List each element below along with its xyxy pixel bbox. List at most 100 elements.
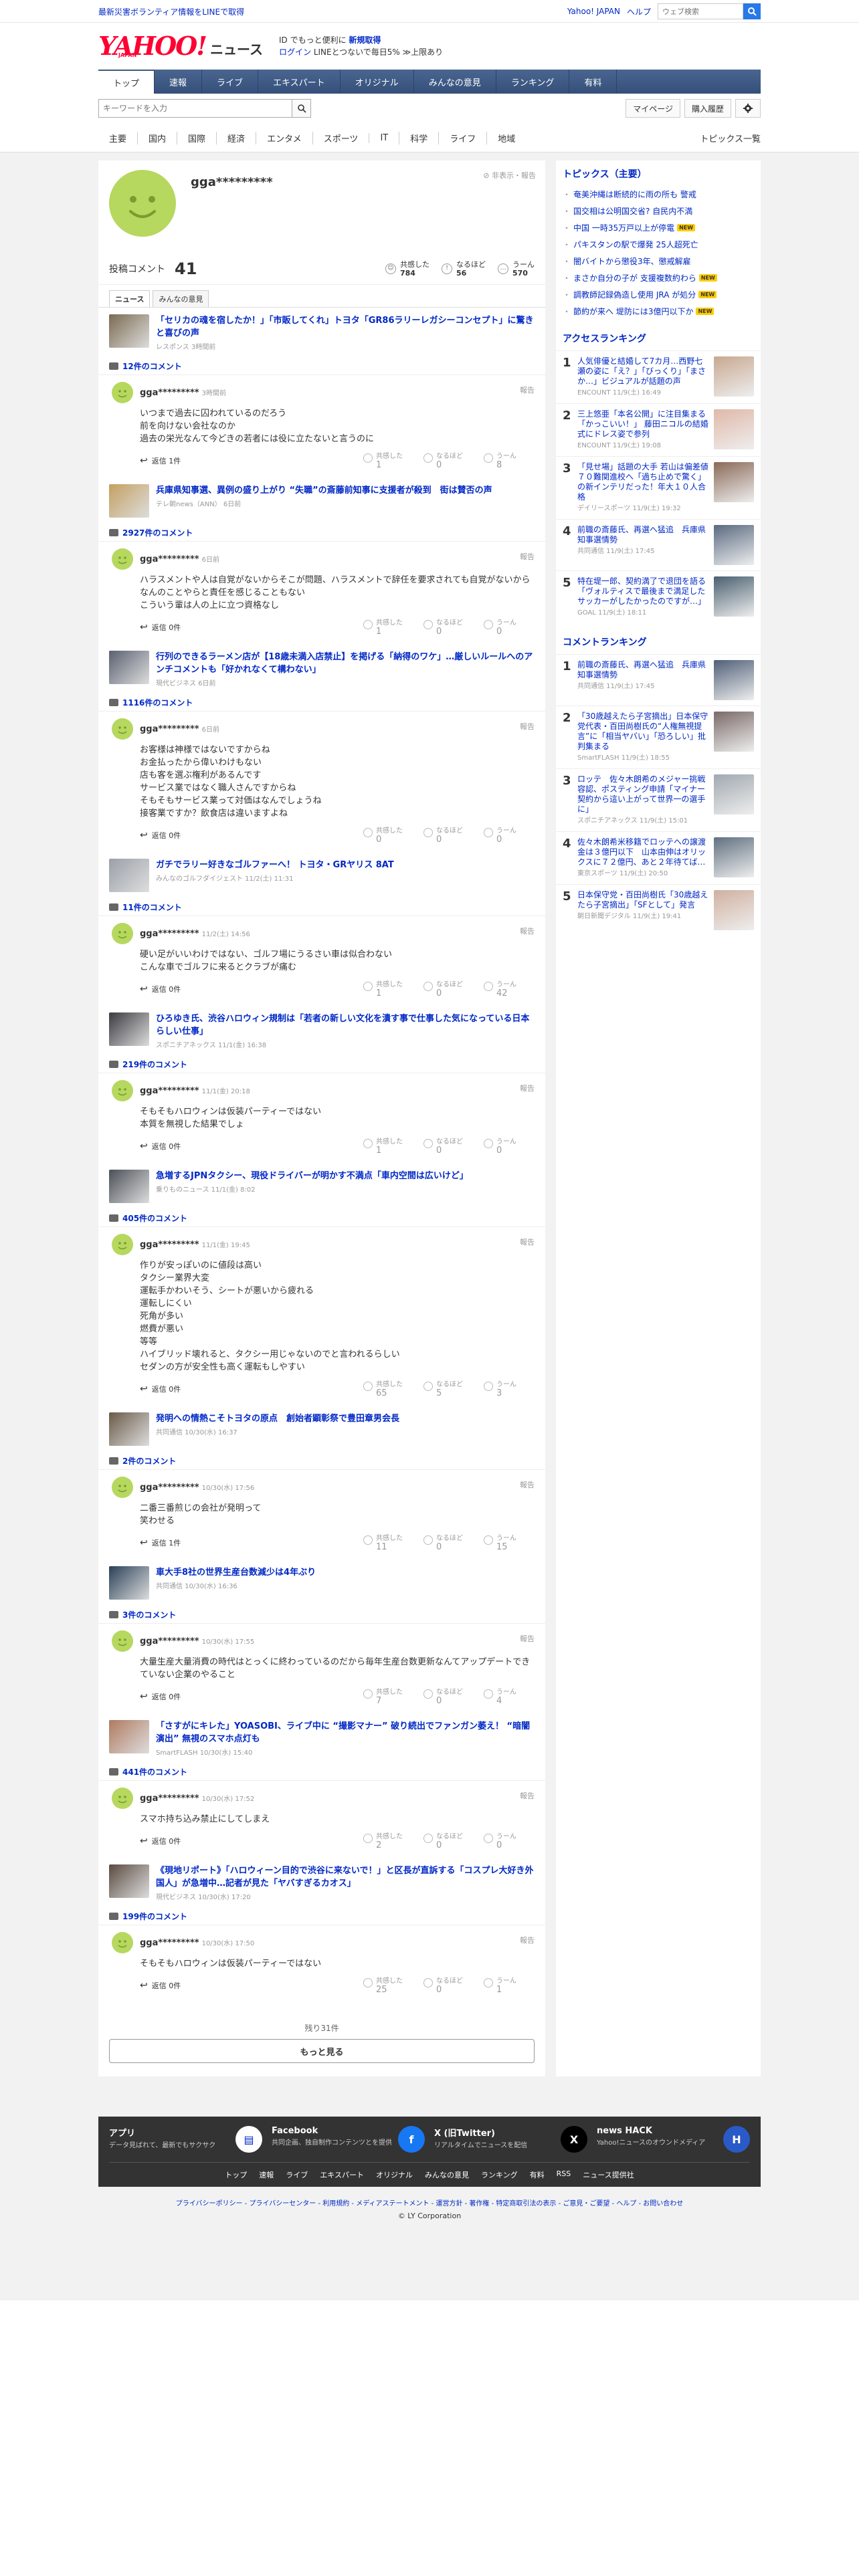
article-link[interactable]: ガチでラリー好きなゴルファーへ！ トヨタ・GRヤリス 8AT みんなのゴルフダイジ… — [98, 852, 545, 899]
reply-button[interactable]: ↩ 返信 0件 — [140, 622, 181, 633]
agree-button[interactable]: 共感した 1 — [363, 980, 414, 998]
reply-button[interactable]: ↩ 返信 0件 — [140, 830, 181, 841]
agree-button[interactable]: 共感した 1 — [363, 452, 414, 469]
cat-main[interactable]: 主要 — [98, 132, 137, 144]
agree-button[interactable]: 共感した 2 — [363, 1832, 414, 1850]
comment-count-link[interactable]: 2件のコメント — [98, 1453, 545, 1469]
ranking-item[interactable]: 5 特在堤一郎、契約満了で退団を語る「ヴォルティスで最後まで満足したサッカーがした… — [556, 570, 761, 623]
topic-item[interactable]: 節約が来へ 堤防には3億円以下かNEW — [556, 303, 761, 320]
topic-item[interactable]: パキスタンの駅で爆発 25人超死亡 — [556, 236, 761, 253]
comment-username[interactable]: gga********* — [140, 724, 199, 734]
comment-username[interactable]: gga********* — [140, 554, 199, 564]
hide-report-link[interactable]: ⊘ 非表示・報告 — [483, 170, 536, 181]
cat-economy[interactable]: 経済 — [216, 131, 256, 144]
article-link[interactable]: ひろゆき氏、渋谷ハロウィン規制は「若者の新しい文化を潰す事で仕事した気になってい… — [98, 1006, 545, 1056]
reply-button[interactable]: ↩ 返信 0件 — [140, 1980, 181, 1991]
load-more-button[interactable]: もっと見る — [109, 2039, 535, 2063]
report-link[interactable]: 報告 — [520, 1237, 535, 1247]
report-link[interactable]: 報告 — [520, 385, 535, 395]
gnav-breaking[interactable]: 速報 — [155, 70, 203, 94]
article-link[interactable]: 「セリカの魂を宿したか！」「市販してくれ」トヨタ「GR86ラリーレガシーコンセプ… — [98, 308, 545, 358]
agree-button[interactable]: 共感した 11 — [363, 1534, 414, 1551]
footer-nav-item[interactable]: 有料 — [530, 2169, 545, 2180]
cat-domestic[interactable]: 国内 — [137, 131, 177, 144]
hmm-button[interactable]: うーん 0 — [484, 1138, 535, 1155]
reply-button[interactable]: ↩ 返信 0件 — [140, 1691, 181, 1702]
gnav-paid[interactable]: 有料 — [569, 70, 617, 94]
insight-button[interactable]: なるほど 0 — [423, 827, 474, 844]
gnav-expert[interactable]: エキスパート — [258, 70, 341, 94]
tab-news[interactable]: ニュース — [109, 290, 151, 307]
cat-world[interactable]: 国際 — [177, 131, 216, 144]
comment-username[interactable]: gga********* — [140, 1794, 199, 1804]
agree-button[interactable]: 共感した 7 — [363, 1688, 414, 1705]
insight-button[interactable]: なるほど 5 — [423, 1380, 474, 1398]
footer-nav-item[interactable]: RSS — [557, 2169, 571, 2180]
article-title[interactable]: 行列のできるラーメン店が【18歳未満入店禁止】を掲げる「納得のワケ」…厳しいルー… — [156, 651, 535, 676]
cat-entertainment[interactable]: エンタメ — [256, 131, 312, 144]
gnav-original[interactable]: オリジナル — [341, 70, 414, 94]
report-link[interactable]: 報告 — [520, 551, 535, 562]
article-title[interactable]: 《現地リポート》「ハロウィーン目的で渋谷に来ないで！」と区長が直訴する「コスプレ… — [156, 1864, 535, 1890]
purchase-history-button[interactable]: 購入履歴 — [684, 99, 731, 118]
hmm-button[interactable]: うーん 4 — [484, 1688, 535, 1705]
insight-button[interactable]: なるほど 0 — [423, 452, 474, 469]
report-link[interactable]: 報告 — [520, 1790, 535, 1801]
footer-nav-item[interactable]: オリジナル — [376, 2169, 413, 2180]
signup-link[interactable]: 新規取得 — [349, 35, 381, 45]
reply-button[interactable]: ↩ 返信 0件 — [140, 1836, 181, 1846]
comment-username[interactable]: gga********* — [140, 929, 199, 939]
comment-username[interactable]: gga********* — [140, 388, 199, 398]
article-title[interactable]: ひろゆき氏、渋谷ハロウィン規制は「若者の新しい文化を潰す事で仕事した気になってい… — [156, 1012, 535, 1038]
article-title[interactable]: 発明への情熱こそトヨタの原点 創始者顕彰祭で豊田章男会長 — [156, 1412, 399, 1425]
cat-science[interactable]: 科学 — [399, 131, 438, 144]
cat-it[interactable]: IT — [369, 132, 399, 143]
footer-nav-item[interactable]: ニュース提供社 — [583, 2169, 634, 2180]
comment-username[interactable]: gga********* — [140, 1240, 199, 1250]
comment-count-link[interactable]: 405件のコメント — [98, 1210, 545, 1226]
ranking-item[interactable]: 5 日本保守党・百田尚樹氏「30歳越えたら子宮摘出」「SFとして」発言 朝日新聞デジ… — [556, 884, 761, 936]
reply-button[interactable]: ↩ 返信 0件 — [140, 1384, 181, 1394]
comment-count-link[interactable]: 3件のコメント — [98, 1606, 545, 1623]
topic-item[interactable]: 闇バイトから懲役3年、懲戒解雇 — [556, 253, 761, 270]
topic-item[interactable]: 調教師記録偽造し使用 JRA が処分NEW — [556, 286, 761, 303]
keyword-input[interactable] — [98, 99, 292, 118]
insight-button[interactable]: なるほど 0 — [423, 980, 474, 998]
article-title[interactable]: 車大手8社の世界生産台数減少は4年ぶり — [156, 1566, 316, 1579]
comment-count-link[interactable]: 199件のコメント — [98, 1908, 545, 1925]
footer-promo[interactable]: Facebook 共同企画、独自制作コンテンツとを提供 f — [272, 2126, 425, 2153]
reply-button[interactable]: ↩ 返信 1件 — [140, 455, 181, 466]
article-link[interactable]: 発明への情熱こそトヨタの原点 創始者顕彰祭で豊田章男会長 共同通信 10/30(水… — [98, 1406, 545, 1453]
ranking-item[interactable]: 4 佐々木朗希米移籍でロッテへの譲渡金は３億円以下 山本由伸はオリックスに７２億円… — [556, 831, 761, 884]
hmm-button[interactable]: うーん 0 — [484, 1832, 535, 1850]
article-title[interactable]: 「さすがにキレた」YOASOBI、ライブ中に “撮影マナー” 破り続出でファンガ… — [156, 1720, 535, 1745]
article-title[interactable]: 急増するJPNタクシー、現役ドライバーが明かす不満点「車内空間は広いけど」 — [156, 1170, 468, 1182]
mypage-button[interactable]: マイページ — [626, 99, 680, 118]
gear-icon[interactable] — [735, 99, 761, 118]
topic-item[interactable]: まさか自分の子が 支援複数約わらNEW — [556, 270, 761, 286]
comment-username[interactable]: gga********* — [140, 1636, 199, 1646]
comment-count-link[interactable]: 2927件のコメント — [98, 524, 545, 541]
hmm-button[interactable]: うーん 3 — [484, 1380, 535, 1398]
footer-nav-item[interactable]: ランキング — [481, 2169, 518, 2180]
ranking-item[interactable]: 3 ロッテ 佐々木朗希のメジャー挑戦容認、ポスティング申請「マイナー契約から這い上… — [556, 768, 761, 831]
article-link[interactable]: 《現地リポート》「ハロウィーン目的で渋谷に来ないで！」と区長が直訴する「コスプレ… — [98, 1858, 545, 1908]
footer-promo[interactable]: news HACK Yahoo!ニュースのオウンドメディア H — [597, 2126, 750, 2153]
comment-count-link[interactable]: 441件のコメント — [98, 1763, 545, 1780]
article-title[interactable]: ガチでラリー好きなゴルファーへ！ トヨタ・GRヤリス 8AT — [156, 859, 394, 871]
insight-button[interactable]: なるほど 0 — [423, 1688, 474, 1705]
hmm-button[interactable]: うーん 0 — [484, 827, 535, 844]
search-icon[interactable] — [292, 99, 311, 118]
article-title[interactable]: 「セリカの魂を宿したか！」「市販してくれ」トヨタ「GR86ラリーレガシーコンセプ… — [156, 314, 535, 340]
agree-button[interactable]: 共感した 65 — [363, 1380, 414, 1398]
hmm-button[interactable]: うーん 0 — [484, 619, 535, 636]
insight-button[interactable]: なるほど 0 — [423, 1534, 474, 1551]
comment-count-link[interactable]: 12件のコメント — [98, 358, 545, 374]
agree-button[interactable]: 共感した 25 — [363, 1977, 414, 1994]
comment-count-link[interactable]: 219件のコメント — [98, 1056, 545, 1073]
report-link[interactable]: 報告 — [520, 1633, 535, 1644]
gnav-ranking[interactable]: ランキング — [496, 70, 570, 94]
tab-opinions[interactable]: みんなの意見 — [153, 290, 209, 307]
comment-count-link[interactable]: 1116件のコメント — [98, 694, 545, 711]
article-link[interactable]: 「さすがにキレた」YOASOBI、ライブ中に “撮影マナー” 破り続出でファンガ… — [98, 1713, 545, 1763]
